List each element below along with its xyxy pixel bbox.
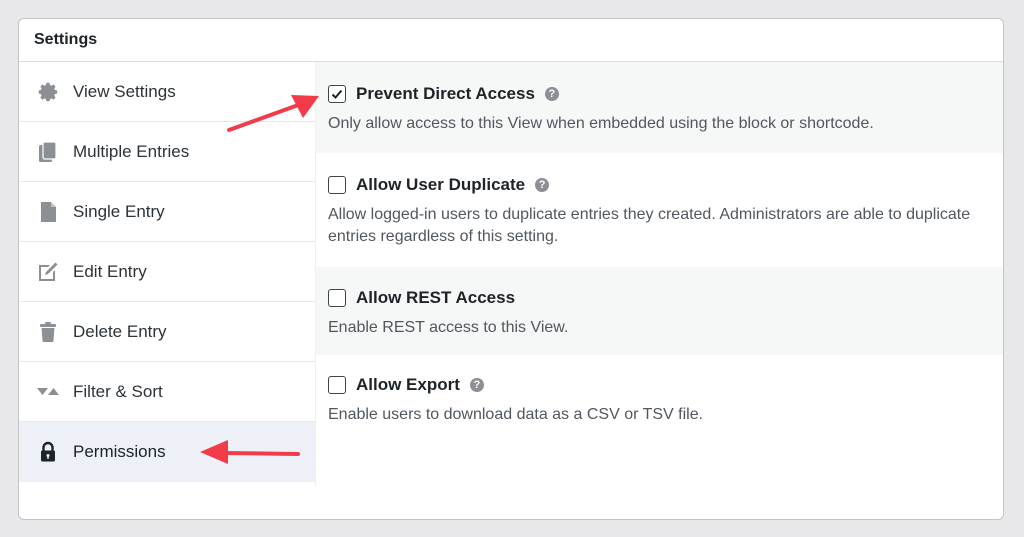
setting-label: Allow Export xyxy=(356,375,460,394)
sidebar-item-label: Filter & Sort xyxy=(73,381,163,401)
sidebar-item-single-entry[interactable]: Single Entry xyxy=(19,182,315,242)
setting-allow-export: Allow Export ? Enable users to download … xyxy=(316,355,1003,455)
lock-icon xyxy=(36,440,60,464)
help-icon[interactable]: ? xyxy=(544,87,559,101)
help-icon[interactable]: ? xyxy=(535,178,550,192)
sidebar-item-label: Delete Entry xyxy=(73,321,167,341)
setting-allow-user-duplicate: Allow User Duplicate ? Allow logged-in u… xyxy=(316,153,1003,267)
sidebar-item-delete-entry[interactable]: Delete Entry xyxy=(19,302,315,362)
sidebar-item-permissions[interactable]: Permissions xyxy=(19,422,315,482)
sidebar-item-edit-entry[interactable]: Edit Entry xyxy=(19,242,315,302)
gear-icon xyxy=(36,80,60,104)
sidebar-item-label: Edit Entry xyxy=(73,261,147,281)
permissions-settings: Prevent Direct Access ? Only allow acces… xyxy=(316,62,1003,519)
trash-icon xyxy=(36,320,60,344)
panel-title: Settings xyxy=(19,19,1003,62)
setting-description: Enable users to download data as a CSV o… xyxy=(328,406,704,423)
multiple-documents-icon xyxy=(36,140,60,164)
setting-description: Enable REST access to this View. xyxy=(328,319,569,336)
setting-description: Only allow access to this View when embe… xyxy=(328,115,874,132)
filter-sort-icon xyxy=(36,380,60,404)
allow-export-checkbox[interactable] xyxy=(328,376,346,394)
setting-label: Prevent Direct Access xyxy=(356,84,535,103)
allow-user-duplicate-checkbox[interactable] xyxy=(328,176,346,194)
sidebar-item-label: Multiple Entries xyxy=(73,141,190,161)
setting-label: Allow REST Access xyxy=(356,288,516,307)
settings-panel: Settings View Settings Multiple Entries … xyxy=(18,18,1004,520)
sidebar-item-view-settings[interactable]: View Settings xyxy=(19,62,315,122)
document-icon xyxy=(36,200,60,224)
setting-label: Allow User Duplicate xyxy=(356,175,526,194)
sidebar-item-label: View Settings xyxy=(73,81,176,101)
sidebar-item-label: Permissions xyxy=(73,442,166,461)
sidebar-item-label: Single Entry xyxy=(73,201,165,221)
setting-allow-rest-access: Allow REST Access Enable REST access to … xyxy=(316,267,1003,355)
allow-rest-access-checkbox[interactable] xyxy=(328,289,346,307)
sidebar-item-multiple-entries[interactable]: Multiple Entries xyxy=(19,122,315,182)
prevent-direct-access-checkbox[interactable] xyxy=(328,85,346,103)
edit-icon xyxy=(36,260,60,284)
help-icon[interactable]: ? xyxy=(469,378,484,392)
settings-sidebar: View Settings Multiple Entries Single En… xyxy=(19,62,316,486)
sidebar-item-filter-sort[interactable]: Filter & Sort xyxy=(19,362,315,422)
setting-prevent-direct-access: Prevent Direct Access ? Only allow acces… xyxy=(316,62,1003,153)
setting-description: Allow logged-in users to duplicate entri… xyxy=(328,206,971,245)
